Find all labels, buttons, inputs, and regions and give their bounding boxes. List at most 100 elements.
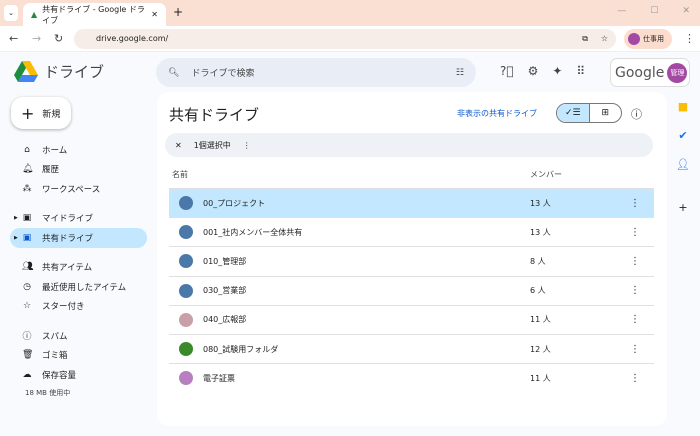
shared-drive-icon: ▣ [22,232,32,243]
row-more-icon[interactable]: ⋮ [630,314,640,325]
member-count: 12 人 [530,344,551,354]
minimize-button[interactable]: — [617,6,626,16]
list-view-icon[interactable]: ✓☰ [557,104,590,122]
selection-bar: ✕ 1個選択中 ⋮ [165,133,653,157]
reload-button[interactable]: ↻ [54,32,63,45]
drive-logo[interactable]: ドライブ [14,61,104,82]
browser-tab[interactable]: ▲ 共有ドライブ - Google ドライブ ✕ [23,3,166,26]
more-actions-icon[interactable]: ⋮ [243,141,251,150]
drive-favicon-icon: ▲ [31,10,38,19]
table-row[interactable]: 040_広報部 11 人 ⋮ [169,304,654,334]
search-input[interactable]: 🔍︎ ドライブで検索 ☷ [156,58,476,87]
bookmark-star-icon[interactable]: ☆ [601,29,608,49]
install-icon[interactable]: ⧉ [582,29,588,49]
row-more-icon[interactable]: ⋮ [630,344,640,355]
sidebar-item-label: ホーム [42,145,68,156]
sidebar-item-label: 保存容量 [42,370,77,381]
sidebar-item-my-drive[interactable]: ▶ ▣ マイドライブ [10,209,147,229]
table-row[interactable]: 030_営業部 6 人 ⋮ [169,275,654,305]
shared-drive-thumbnail-icon [179,254,193,269]
expand-caret-icon[interactable]: ▶ [14,215,18,221]
maximize-button[interactable]: ☐ [650,6,658,16]
search-options-icon[interactable]: ☷ [456,68,464,78]
column-name[interactable]: 名前 [172,170,188,179]
sidebar-item-trash[interactable]: 🗑︎ ゴミ箱 [10,346,147,366]
browser-menu-icon[interactable]: ⋮ [684,32,695,45]
keep-icon[interactable]: ■ [678,100,688,113]
shared-drive-thumbnail-icon [179,371,193,386]
account-button[interactable]: Google 管理 [610,58,690,87]
member-count: 11 人 [530,373,551,383]
table-row[interactable]: 001_社内メンバー全体共有 13 人 ⋮ [169,217,654,246]
shared-drive-thumbnail-icon [179,225,193,240]
sidebar-item-label: スパム [42,331,68,342]
row-more-icon[interactable]: ⋮ [630,285,640,296]
sidebar-item-storage[interactable]: ☁ 保存容量 [10,365,147,385]
member-count: 8 人 [530,256,546,266]
sidebar-item-shared-with-me[interactable]: 👥︎ 共有アイテム [10,258,147,278]
new-button[interactable]: + 新規 [11,97,71,129]
settings-gear-icon[interactable]: ⚙ [528,64,539,78]
shared-drive-thumbnail-icon [179,312,193,327]
table-row[interactable]: 080_試験用フォルダ 12 人 ⋮ [169,333,654,363]
sidebar-item-spam[interactable]: ⓘ スパム [10,326,147,346]
spam-icon: ⓘ [22,332,32,343]
page-title: 共有ドライブ [169,106,260,124]
column-members: メンバー [530,170,562,179]
sidebar-item-label: ワークスペース [42,184,101,195]
forward-button[interactable]: → [32,32,41,45]
sidebar-item-workspaces[interactable]: ⁂ ワークスペース [10,179,147,199]
close-window-button[interactable]: ✕ [682,6,690,16]
expand-caret-icon[interactable]: ▶ [14,235,18,241]
new-tab-button[interactable]: + [173,5,183,19]
add-addon-icon[interactable]: + [678,201,687,214]
profile-button[interactable]: 仕事用 [624,29,672,49]
tab-search-button[interactable]: ⌄ [4,5,18,21]
sidebar-item-activity[interactable]: 🔔︎ 履歴 [10,160,147,180]
close-tab-icon[interactable]: ✕ [151,10,158,19]
sidebar-item-label: 最近使用したアイテム [42,282,127,293]
row-more-icon[interactable]: ⋮ [630,256,640,267]
help-icon[interactable]: ?⃝ [500,64,514,78]
sidebar-item-recent[interactable]: ◷ 最近使用したアイテム [10,277,147,297]
clear-selection-icon[interactable]: ✕ [175,141,182,150]
row-more-icon[interactable]: ⋮ [630,198,640,209]
sidebar-item-starred[interactable]: ☆ スター付き [10,297,147,317]
url-field[interactable]: drive.google.com/ ⧉ ☆ [74,29,616,49]
trash-icon: 🗑︎ [22,350,34,361]
table-row[interactable]: 00_プロジェクト 13 人 ⋮ [169,188,654,218]
side-panel: ■ ✔ 👤︎ + [676,100,690,214]
hidden-shared-drives-link[interactable]: 非表示の共有ドライブ [457,108,537,119]
cloud-icon: ☁ [22,369,32,380]
member-count: 13 人 [530,227,551,237]
apps-grid-icon[interactable]: ⠿ [576,64,585,78]
avatar: 管理 [667,62,688,83]
table-row[interactable]: 電子証票 11 人 ⋮ [169,363,654,392]
view-toggle[interactable]: ✓☰ ⊞ [556,103,622,123]
shared-drive-thumbnail-icon [179,283,193,298]
member-count: 6 人 [530,286,546,296]
row-more-icon[interactable]: ⋮ [630,227,640,238]
drive-name: 040_広報部 [203,315,247,325]
drive-name: 001_社内メンバー全体共有 [203,227,303,237]
back-button[interactable]: ← [9,32,18,45]
search-icon: 🔍︎ [168,67,180,78]
member-count: 11 人 [530,315,551,325]
contacts-icon[interactable]: 👤︎ [676,158,690,171]
main-panel: 共有ドライブ 非表示の共有ドライブ ✓☰ ⊞ ⓘ ✕ 1個選択中 ⋮ 名前 メンバ… [157,92,667,426]
sidebar-item-shared-drives[interactable]: ▶ ▣ 共有ドライブ [10,228,147,248]
shared-drive-thumbnail-icon [179,196,193,211]
column-headers: 名前 メンバー [172,169,652,180]
table-row[interactable]: 010_管理部 8 人 ⋮ [169,246,654,275]
drive-list: 00_プロジェクト 13 人 ⋮ 001_社内メンバー全体共有 13 人 ⋮ 010_管理部… [169,188,654,392]
sidebar-item-home[interactable]: ⌂ ホーム [10,140,147,160]
grid-view-icon[interactable]: ⊞ [590,104,622,122]
app-name: ドライブ [44,63,105,81]
row-more-icon[interactable]: ⋮ [630,373,640,384]
tasks-icon[interactable]: ✔ [678,129,687,142]
member-count: 13 人 [530,198,551,208]
plus-icon: + [21,103,35,123]
sidebar-item-label: スター付き [42,302,85,313]
gemini-sparkle-icon[interactable]: ✦ [552,64,562,78]
info-icon[interactable]: ⓘ [631,106,642,122]
